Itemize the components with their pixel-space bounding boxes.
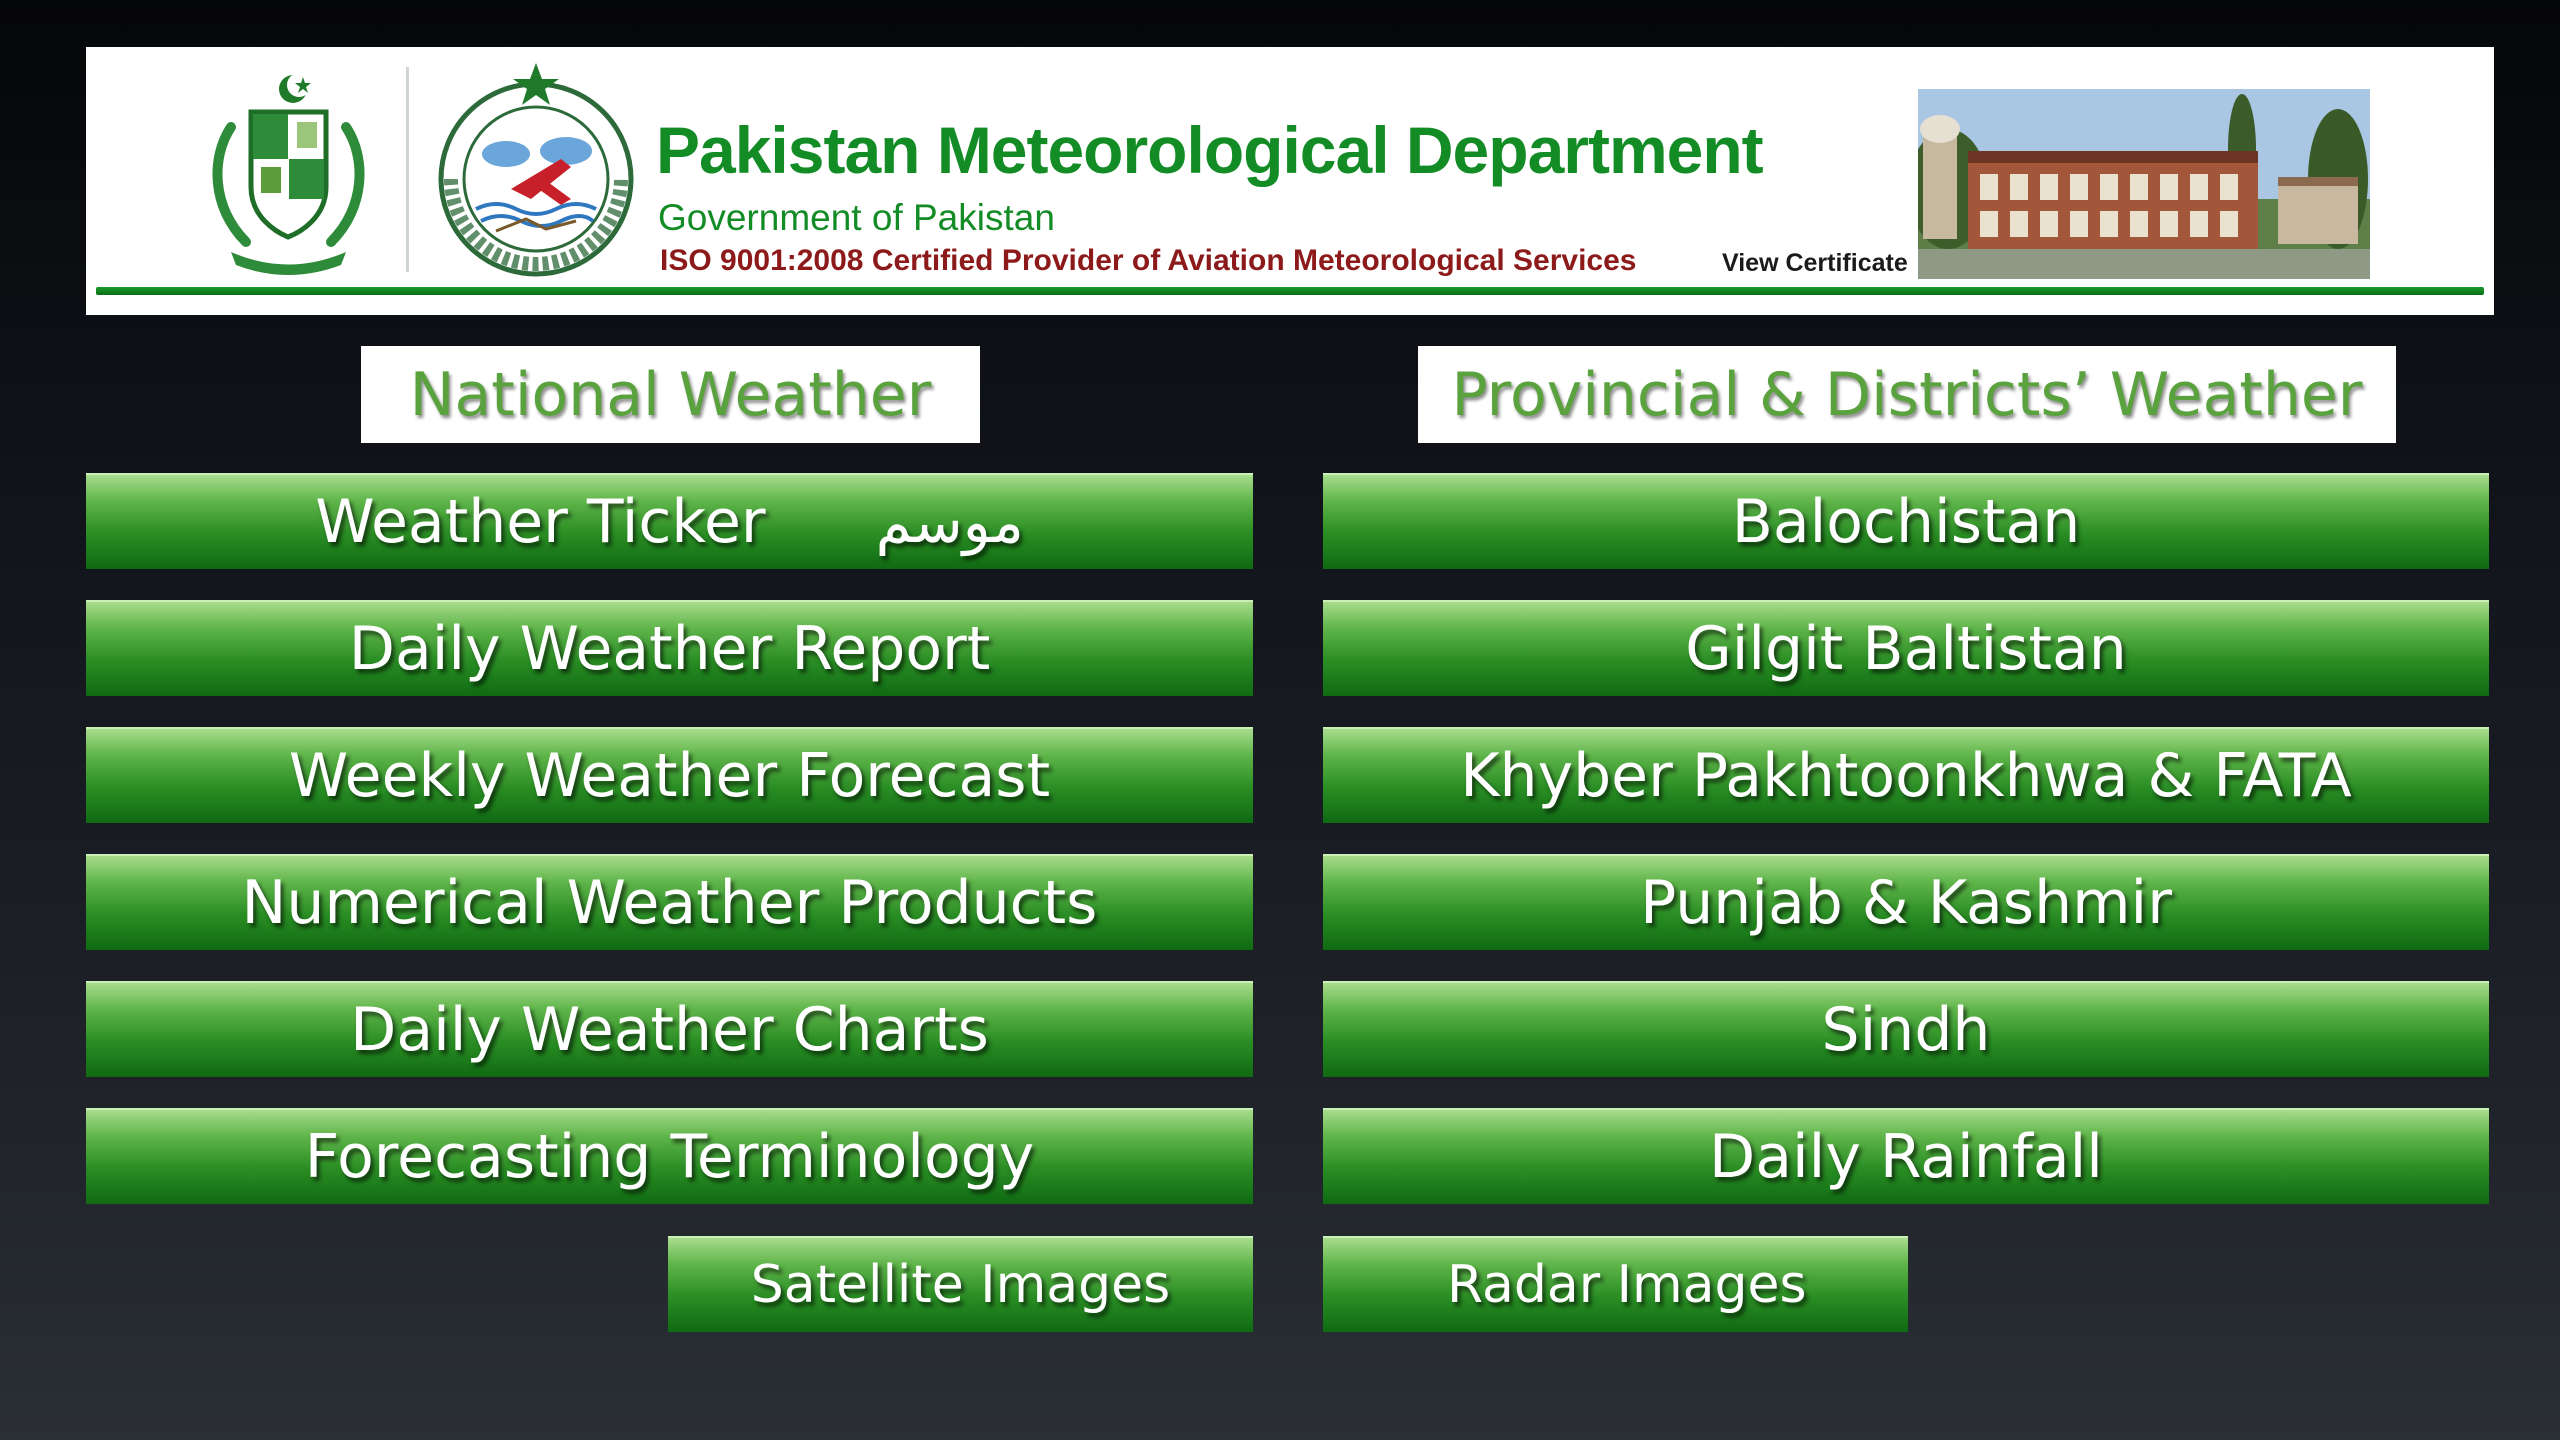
weather-ticker-content: Weather Ticker موسم [315,487,1024,557]
national-weather-heading: National Weather [361,346,980,443]
urdu-mausam-text: موسم [875,488,1024,556]
iso-certification-text: ISO 9001:2008 Certified Provider of Avia… [660,244,1637,277]
weekly-weather-forecast-button[interactable]: Weekly Weather Forecast [86,727,1253,823]
numerical-weather-products-button[interactable]: Numerical Weather Products [86,854,1253,950]
forecasting-terminology-button[interactable]: Forecasting Terminology [86,1108,1253,1204]
government-subtitle: Government of Pakistan [658,197,1055,238]
weather-ticker-label: Weather Ticker [315,487,766,557]
daily-weather-charts-button[interactable]: Daily Weather Charts [86,981,1253,1077]
gilgit-baltistan-button[interactable]: Gilgit Baltistan [1323,600,2489,696]
daily-weather-report-button[interactable]: Daily Weather Report [86,600,1253,696]
khyber-pakhtoonkhwa-fata-button[interactable]: Khyber Pakhtoonkhwa & FATA [1323,727,2489,823]
banner-divider-line [96,287,2484,295]
pmd-logo-icon [438,63,634,277]
department-title: Pakistan Meteorological Department [656,113,1764,187]
logo-divider [406,67,409,272]
satellite-images-button[interactable]: Satellite Images [668,1236,1253,1332]
state-emblem-icon [212,73,365,275]
view-certificate-link[interactable]: View Certificate [1722,249,1908,278]
balochistan-button[interactable]: Balochistan [1323,473,2489,569]
headquarters-building-photo [1918,89,2370,279]
header-banner: Pakistan Meteorological Department Gover… [86,47,2494,315]
radar-images-button[interactable]: Radar Images [1323,1236,1908,1332]
weather-ticker-button[interactable]: Weather Ticker موسم [86,473,1253,569]
daily-rainfall-button[interactable]: Daily Rainfall [1323,1108,2489,1204]
sindh-button[interactable]: Sindh [1323,981,2489,1077]
provincial-weather-heading: Provincial & Districts’ Weather [1418,346,2396,443]
punjab-kashmir-button[interactable]: Punjab & Kashmir [1323,854,2489,950]
